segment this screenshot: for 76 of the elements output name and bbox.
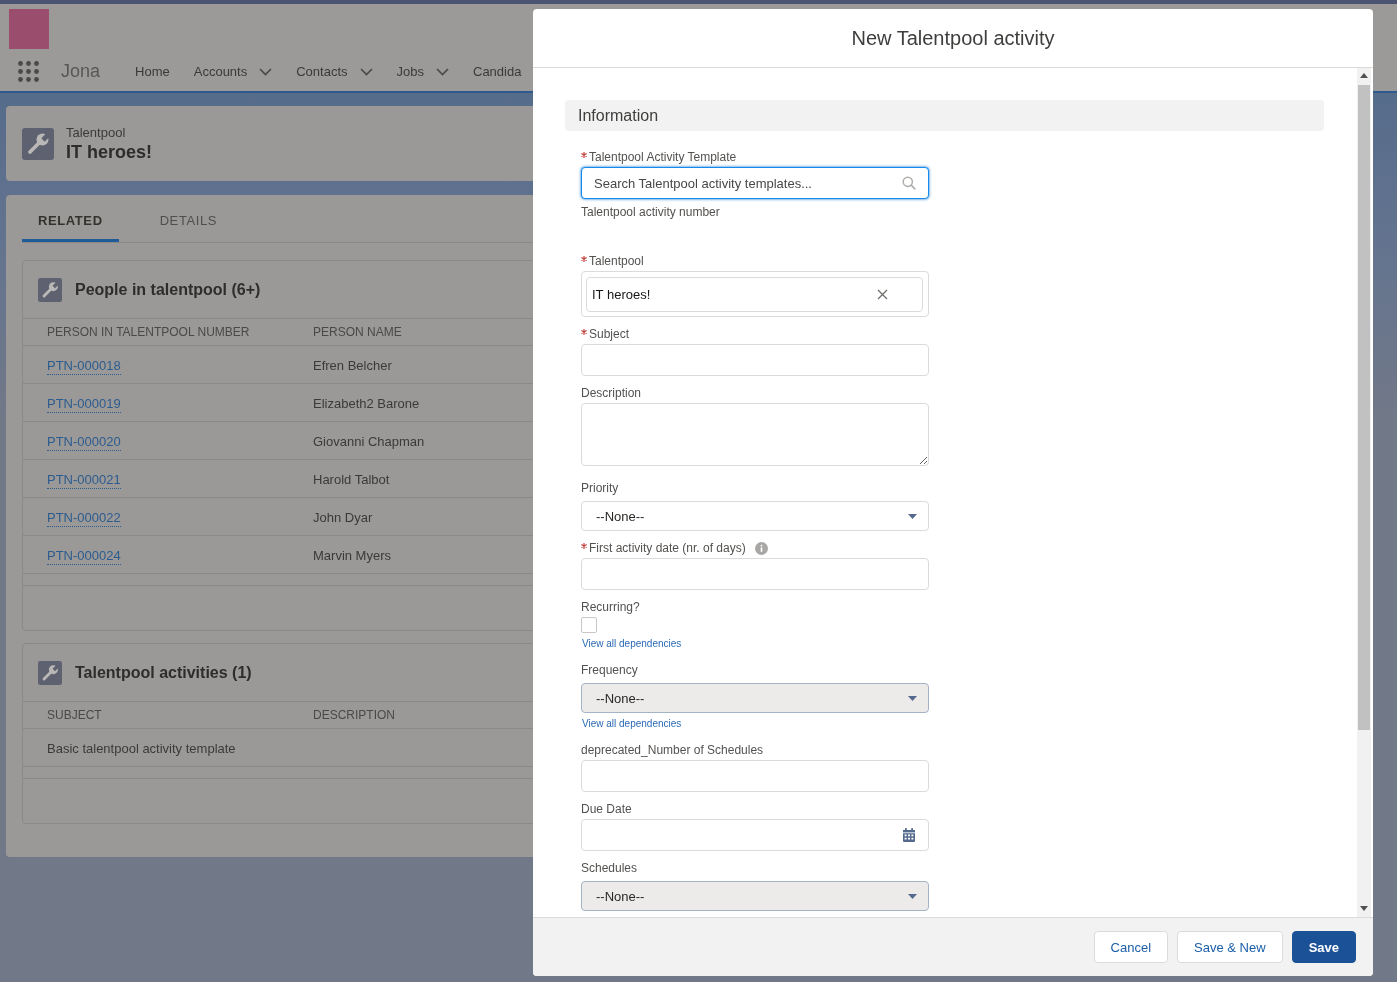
field-label: Talentpool activity number	[581, 205, 720, 219]
calendar-icon[interactable]	[902, 828, 916, 842]
section-header[interactable]: Information	[565, 100, 1324, 131]
nav-link[interactable]: Candida	[473, 64, 522, 79]
tab[interactable]: RELATED	[22, 195, 119, 242]
record-title: IT heroes!	[66, 140, 153, 163]
record-link[interactable]: PTN-000022	[47, 509, 121, 527]
field-label: Frequency	[581, 663, 638, 677]
scroll-down-icon[interactable]	[1360, 906, 1368, 911]
field-label: First activity date (nr. of days)	[589, 541, 746, 555]
field-label: Talentpool Activity Template	[589, 150, 737, 164]
table-cell: Giovanni Chapman	[313, 433, 425, 449]
table-cell: Efren Belcher	[313, 357, 392, 373]
column-header: PERSON NAME	[313, 325, 402, 339]
date-field[interactable]	[581, 819, 929, 851]
object-type-label: Talentpool	[66, 124, 127, 141]
table-cell: Basic talentpool activity template	[47, 740, 236, 756]
column-header: PERSON IN TALENTPOOL NUMBER	[47, 325, 250, 339]
app-name: Jona	[61, 61, 101, 82]
related-list-title: People in talentpool (6+)	[75, 280, 261, 299]
field-label: Subject	[589, 327, 630, 341]
record-link[interactable]: PTN-000018	[47, 357, 121, 375]
caret-icon	[908, 893, 917, 899]
column-header: SUBJECT	[47, 708, 102, 722]
textarea-field[interactable]	[581, 403, 929, 466]
scroll-up-icon[interactable]	[1360, 73, 1368, 78]
table-cell: Harold Talbot	[313, 471, 390, 487]
field-label: Talentpool	[589, 254, 644, 268]
column-header: DESCRIPTION	[313, 708, 395, 722]
record-link[interactable]: PTN-000019	[47, 395, 121, 413]
lookup-field[interactable]: IT heroes!	[581, 271, 929, 317]
record-link[interactable]: PTN-000020	[47, 433, 121, 451]
nav-link[interactable]: Contacts	[296, 64, 348, 79]
record-link[interactable]: PTN-000021	[47, 471, 121, 489]
footer-button[interactable]: Save & New	[1177, 931, 1283, 963]
record-pill[interactable]: IT heroes!	[586, 277, 923, 312]
nav-link[interactable]: Jobs	[396, 64, 424, 79]
field-label: Schedules	[581, 861, 638, 875]
dependencies-link[interactable]: View all dependencies	[582, 638, 682, 649]
footer-button[interactable]: Save	[1291, 931, 1356, 963]
search-field[interactable]: Search Talentpool activity templates...	[581, 167, 929, 199]
table-cell: Elizabeth2 Barone	[313, 395, 420, 411]
text-field[interactable]	[581, 344, 929, 376]
app-launcher-icon[interactable]	[18, 61, 39, 82]
field-label: Description	[581, 386, 642, 400]
chevron-icon[interactable]	[259, 67, 273, 76]
wrench-icon	[22, 127, 54, 160]
scrollbar-thumb[interactable]	[1358, 85, 1370, 730]
close-icon[interactable]	[877, 289, 888, 300]
text-field[interactable]	[581, 558, 929, 590]
nav-link[interactable]: Accounts	[193, 64, 248, 79]
field-label: Due Date	[581, 802, 632, 816]
scrollbar[interactable]	[1357, 68, 1371, 917]
text-field[interactable]	[581, 760, 929, 792]
caret-icon	[908, 513, 917, 519]
field-label: Priority	[581, 481, 619, 495]
field-label: Recurring?	[581, 600, 640, 614]
related-list-title: Talentpool activities (1)	[75, 663, 252, 682]
caret-icon	[908, 695, 917, 701]
checkbox[interactable]	[581, 617, 597, 633]
table-cell: Marvin Myers	[313, 547, 391, 563]
tab[interactable]: DETAILS	[143, 195, 234, 242]
field-label: deprecated_Number of Schedules	[581, 743, 764, 757]
wrench-icon	[38, 277, 62, 302]
photo-placeholder	[9, 9, 49, 49]
modal-title: New Talentpool activity	[851, 26, 1055, 50]
wrench-icon	[38, 660, 62, 685]
table-cell: John Dyar	[313, 509, 373, 525]
dropdown-field[interactable]: --None--	[581, 501, 929, 531]
chevron-icon[interactable]	[359, 67, 373, 76]
nav-link[interactable]: Home	[135, 64, 170, 79]
info-icon[interactable]	[754, 541, 768, 555]
search-icon	[902, 176, 916, 190]
record-link[interactable]: PTN-000024	[47, 547, 121, 565]
chevron-icon[interactable]	[436, 67, 449, 76]
footer-button[interactable]: Cancel	[1093, 931, 1169, 963]
